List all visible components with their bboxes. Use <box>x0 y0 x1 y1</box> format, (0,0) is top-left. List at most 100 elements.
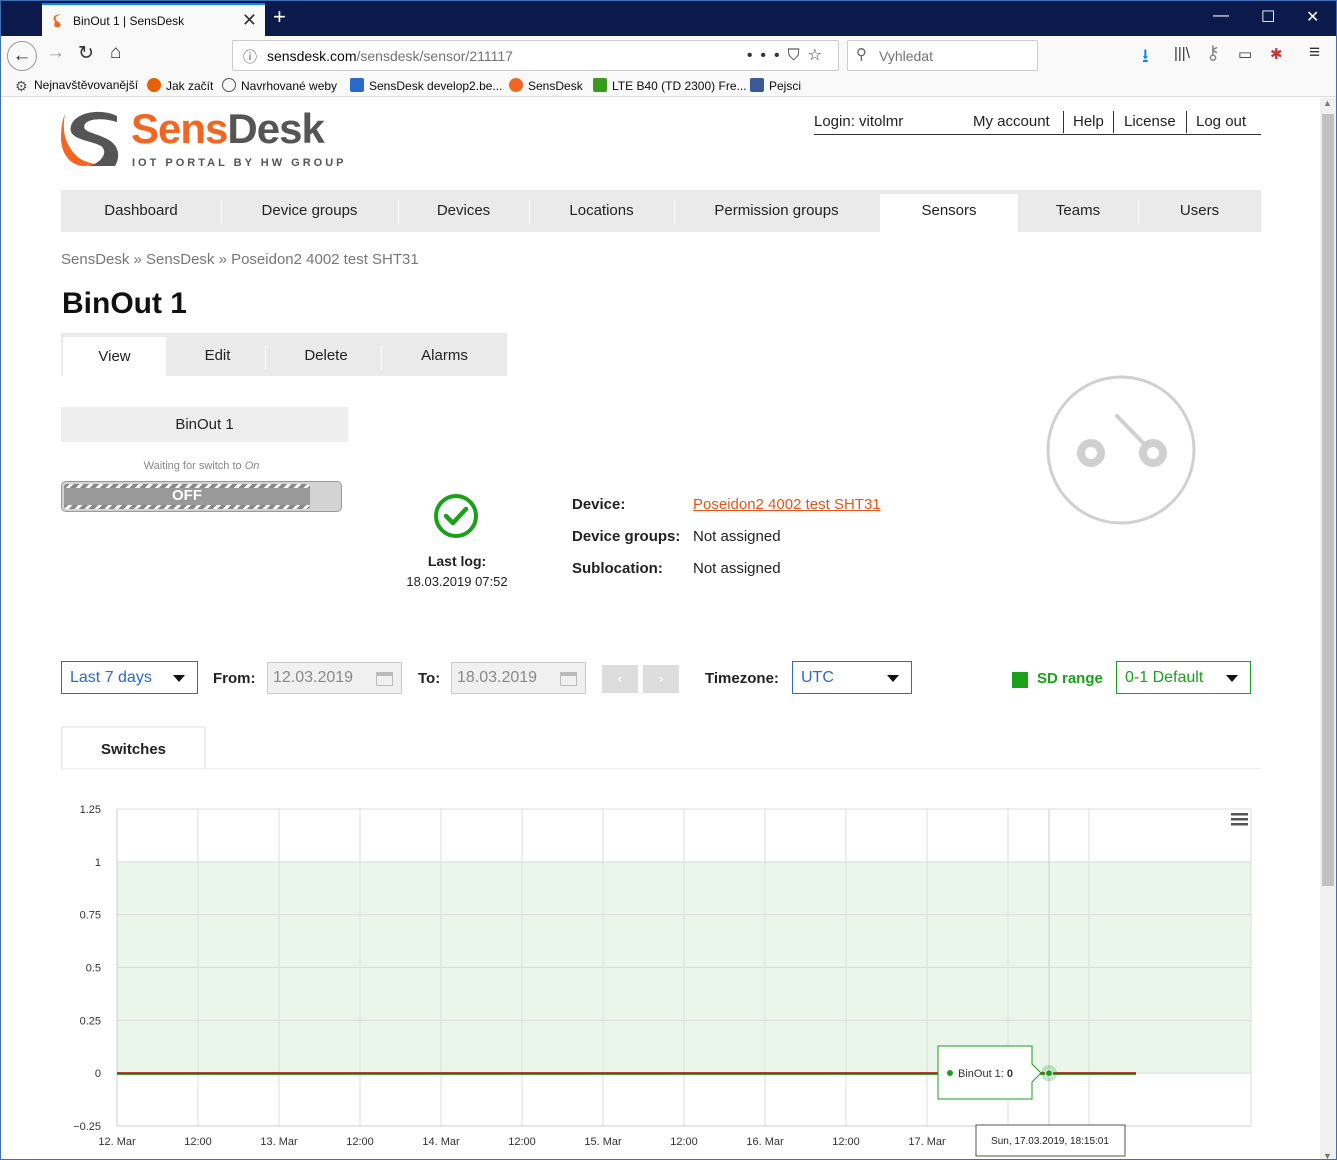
tab-switches[interactable]: Switches <box>61 726 206 770</box>
sd-range-swatch <box>1012 672 1028 688</box>
nav-users[interactable]: Users <box>1138 190 1261 232</box>
tooltip-value: 0 <box>1007 1068 1013 1080</box>
bookmark-item[interactable]: Pejsci <box>750 78 801 93</box>
nav-permission-groups[interactable]: Permission groups <box>674 190 879 232</box>
to-date-input[interactable]: 18.03.2019 <box>451 662 586 694</box>
crosshair-time-label: Sun, 17.03.2019, 18:15:01 <box>991 1136 1109 1147</box>
y-tick-label: 0.5 <box>86 963 101 975</box>
reload-icon[interactable]: ↻ <box>78 42 94 65</box>
menu-icon[interactable]: ≡ <box>1309 42 1320 64</box>
logo-subtitle: IOT PORTAL BY HW GROUP <box>132 157 347 169</box>
breadcrumb[interactable]: SensDesk » SensDesk » Poseidon2 4002 tes… <box>61 251 419 268</box>
x-tick-label: 12. Mar <box>98 1136 136 1148</box>
last-log-value: 18.03.2019 07:52 <box>406 574 508 589</box>
sensdesk-logo-icon <box>61 111 119 166</box>
last-log-label: Last log: <box>427 553 487 569</box>
title-bar: BinOut 1 | SensDesk ✕ + — ☐ ✕ <box>1 1 1336 36</box>
close-window-icon[interactable]: ✕ <box>1306 7 1319 27</box>
x-tick-label: 16. Mar <box>746 1136 784 1148</box>
from-date-input[interactable]: 12.03.2019 <box>267 662 402 694</box>
bookmark-item[interactable]: LTE B40 (TD 2300) Fre... <box>593 78 747 93</box>
search-bar[interactable]: ⚲ Vyhledat <box>847 40 1038 71</box>
bookmark-item[interactable]: SensDesk develop2.be... <box>350 78 502 93</box>
x-tick-label: 13. Mar <box>260 1136 298 1148</box>
home-icon[interactable]: ⌂ <box>110 42 121 64</box>
back-icon[interactable]: ← <box>7 41 37 71</box>
tab-edit[interactable]: Edit <box>166 333 269 376</box>
sidebar-icon[interactable]: ▭ <box>1238 45 1252 63</box>
nav-device-groups[interactable]: Device groups <box>221 190 398 232</box>
info-icon[interactable]: ⓘ <box>243 47 257 67</box>
bookmarks-bar: ⚙ Nejnavštěvovanější Jak začít Navrhované… <box>1 75 1336 97</box>
y-tick-label: 0 <box>95 1068 101 1080</box>
switch-waiting-text: Waiting for switch to On <box>143 460 260 472</box>
scrollbar-thumb[interactable] <box>1322 114 1334 886</box>
bookmark-item[interactable]: ⚙ Nejnavštěvovanější <box>15 78 138 93</box>
sensdesk-icon <box>509 78 523 92</box>
y-tick-label: 0.25 <box>80 1015 101 1027</box>
tab-view[interactable]: View <box>63 337 166 376</box>
sd-range-select[interactable]: 0-1 Default <box>1116 661 1251 694</box>
download-icon[interactable]: ⭳ <box>1142 42 1149 74</box>
scroll-up-icon: ▲ <box>1323 98 1332 108</box>
calendar-icon <box>376 672 393 686</box>
prev-period-button[interactable]: ‹ <box>602 665 638 693</box>
my-account-link[interactable]: My account <box>973 113 1050 130</box>
url-bar[interactable]: ⓘ sensdesk.com/sensdesk/sensor/211117 ••… <box>232 40 839 71</box>
pocket-icon: ⛉ <box>787 47 808 64</box>
bookmark-star-icon: ☆ <box>807 47 830 64</box>
nav-sensors[interactable]: Sensors <box>880 194 1018 232</box>
tab-title: BinOut 1 | SensDesk <box>73 14 185 28</box>
facebook-icon <box>750 78 764 92</box>
page-scrollbar[interactable]: ▲ ▼ <box>1320 98 1336 1159</box>
license-link[interactable]: License <box>1124 113 1176 130</box>
x-tick-label: 12:00 <box>508 1136 536 1148</box>
device-link[interactable]: Poseidon2 4002 test SHT31 <box>693 496 881 513</box>
main-navigation: Dashboard Device groups Devices Location… <box>61 190 1261 232</box>
url-text[interactable]: sensdesk.com/sensdesk/sensor/211117 <box>267 48 513 64</box>
logout-link[interactable]: Log out <box>1196 113 1246 130</box>
sd-range-label: SD range <box>1037 670 1103 687</box>
device-label: Device: <box>572 496 626 513</box>
switch-toggle[interactable]: OFF <box>61 481 342 512</box>
range-select[interactable]: Last 7 days <box>61 661 198 694</box>
nav-teams[interactable]: Teams <box>1018 190 1138 232</box>
library-icon[interactable]: |||\ <box>1174 45 1190 62</box>
extension-icon[interactable]: ⚷ <box>1206 42 1220 65</box>
signal-icon <box>593 78 607 92</box>
maximize-icon[interactable]: ☐ <box>1261 7 1275 27</box>
switch-state-label: OFF <box>172 487 202 504</box>
new-tab-icon[interactable]: + <box>273 4 286 30</box>
from-label: From: <box>213 670 256 687</box>
close-tab-icon[interactable]: ✕ <box>242 10 257 31</box>
bookmark-item[interactable]: SensDesk <box>509 78 583 93</box>
sensdesk-logo[interactable]: SensDesk IOT PORTAL BY HW GROUP <box>61 105 344 173</box>
nav-locations[interactable]: Locations <box>529 190 674 232</box>
x-tick-label: 12:00 <box>184 1136 212 1148</box>
chevron-down-icon <box>887 675 899 682</box>
search-placeholder: Vyhledat <box>879 48 933 64</box>
device-groups-value: Not assigned <box>693 528 781 545</box>
switch-name-label: BinOut 1 <box>61 407 348 442</box>
tab-alarms[interactable]: Alarms <box>382 333 507 376</box>
switch-chart[interactable]: 1.25 1 0.75 0.5 0.25 0 −0.25 12. Mar 12:00 13. Ma… <box>61 788 1261 1158</box>
minimize-icon[interactable]: — <box>1213 7 1229 25</box>
bookmark-item[interactable]: Navrhované weby <box>222 78 337 93</box>
login-label: Login: vitolmr <box>814 113 904 130</box>
chart-menu-icon <box>1231 813 1248 816</box>
x-tick-label: 12:00 <box>670 1136 698 1148</box>
sublocation-value: Not assigned <box>693 560 781 577</box>
next-period-button[interactable]: › <box>643 665 679 693</box>
page-actions[interactable]: •••⛉☆ <box>747 45 830 65</box>
bookmark-item[interactable]: Jak začít <box>147 78 213 93</box>
forward-icon[interactable]: → <box>46 42 65 64</box>
sublocation-label: Sublocation: <box>572 560 663 577</box>
help-link[interactable]: Help <box>1073 113 1104 130</box>
addon-icon[interactable]: ✱ <box>1270 45 1283 63</box>
nav-dashboard[interactable]: Dashboard <box>61 190 221 232</box>
browser-tab[interactable]: BinOut 1 | SensDesk ✕ <box>42 3 265 36</box>
timezone-select[interactable]: UTC <box>792 661 912 694</box>
tab-delete[interactable]: Delete <box>266 333 386 376</box>
search-icon: ⚲ <box>856 46 867 63</box>
nav-devices[interactable]: Devices <box>398 190 529 232</box>
